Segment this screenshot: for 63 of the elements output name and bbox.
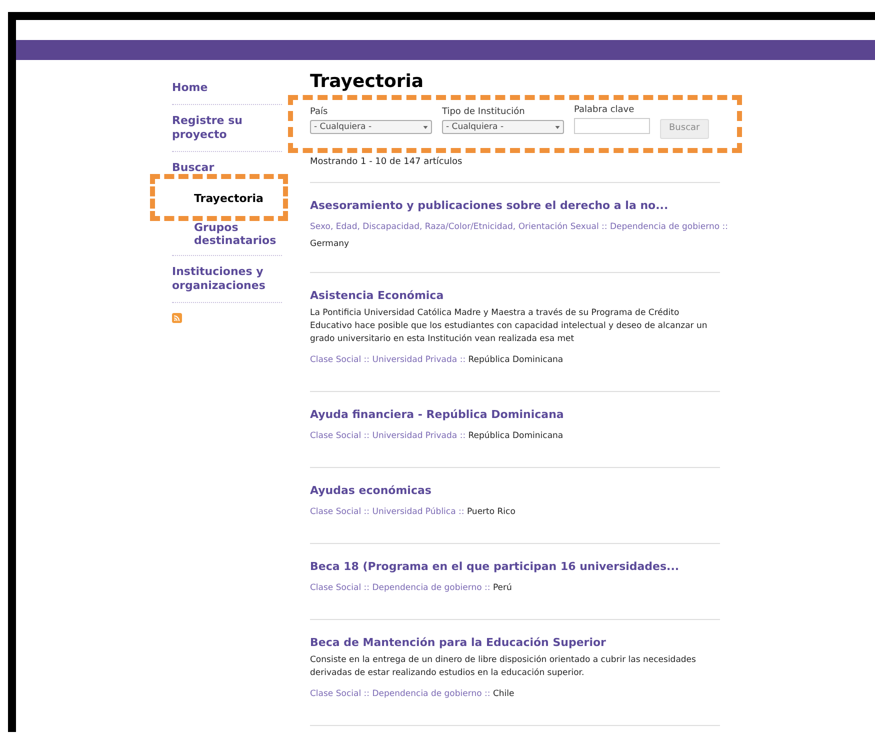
country-text: Chile — [492, 689, 514, 699]
tag-link[interactable]: Universidad Pública — [372, 507, 456, 517]
tag-link[interactable]: Raza/Color/Etnicidad — [424, 222, 513, 232]
caret-icon — [555, 126, 560, 128]
tag-link[interactable]: Clase Social — [310, 431, 362, 441]
results-count: Mostrando 1 - 10 de 147 artículos — [310, 156, 720, 183]
separator: :: — [600, 222, 608, 232]
separator: :: — [362, 689, 371, 699]
article-title[interactable]: Beca 18 (Programa en el que participan 16 universidades... — [310, 560, 720, 574]
separator: :: — [362, 507, 371, 517]
tag-link[interactable]: Dependencia de gobierno — [610, 222, 720, 232]
tag-link[interactable]: Universidad Privada — [372, 355, 458, 365]
article-title[interactable]: Ayuda financiera - República Dominicana — [310, 408, 720, 422]
tag-link[interactable]: Sexo — [310, 222, 330, 232]
page-title: Trayectoria — [310, 72, 425, 92]
sidebar-item[interactable]: Home — [172, 72, 282, 104]
tag-link[interactable]: Discapacidad — [362, 222, 420, 232]
country-text: Germany — [310, 238, 350, 250]
tag-link[interactable]: Clase Social — [310, 583, 362, 593]
sidebar-subitem[interactable]: Trayectoria — [172, 184, 282, 213]
separator: :: — [484, 583, 492, 593]
field-label: País — [310, 106, 329, 118]
article-title[interactable]: Ayudas económicas — [310, 484, 720, 498]
country-text: Perú — [492, 583, 512, 593]
select-field[interactable]: - Cualquiera - — [310, 120, 432, 134]
article-description: La Pontificia Universidad Católica Madre y Maestra a través de su Programa de Crédito Educativo hace posible que los estudiantes con capacidad intelectual y deseo de alcanzar un grado universitario en esta Institución vean realizada esa met — [310, 307, 708, 346]
tag-link[interactable]: Clase Social — [310, 507, 362, 517]
tag-link[interactable]: Dependencia de gobierno — [372, 689, 482, 699]
keyword-field[interactable] — [574, 118, 650, 134]
separator: , — [357, 222, 361, 232]
separator: , — [330, 222, 334, 232]
separator: :: — [484, 689, 492, 699]
separator: :: — [458, 431, 467, 441]
country-text: República Dominicana — [468, 355, 564, 365]
tag-link[interactable]: Dependencia de gobierno — [372, 583, 482, 593]
select-field[interactable]: - Cualquiera - — [442, 120, 564, 134]
article-title[interactable]: Asistencia Económica — [310, 289, 720, 303]
tag-link[interactable]: Edad — [336, 222, 358, 232]
separator: :: — [721, 222, 728, 232]
tag-link[interactable]: Clase Social — [310, 355, 362, 365]
country-text: Puerto Rico — [466, 507, 516, 517]
rss-icon[interactable] — [172, 313, 182, 323]
tag-link[interactable]: Clase Social — [310, 689, 362, 699]
sidebar-item[interactable]: Registre su proyecto — [172, 105, 282, 151]
separator: , — [420, 222, 424, 232]
country-text: República Dominicana — [468, 431, 564, 441]
separator: :: — [362, 355, 371, 365]
separator: :: — [362, 431, 371, 441]
article-description: Consiste en la entrega de un dinero de libre disposición orientado a cubrir las necesidades derivadas de estar realizando estudios en la educación superior. — [310, 654, 697, 680]
field-label: Palabra clave — [574, 104, 636, 116]
tag-link[interactable]: Universidad Privada — [372, 431, 458, 441]
caret-icon — [423, 126, 428, 128]
separator: :: — [458, 355, 467, 365]
article-title[interactable]: Beca de Mantención para la Educación Superior — [310, 636, 720, 650]
field-label: Tipo de Institución — [442, 106, 526, 118]
separator: :: — [458, 507, 466, 517]
sidebar-item[interactable]: Instituciones y organizaciones — [172, 256, 282, 302]
sidebar-subitem[interactable]: Grupos destinatarios — [172, 213, 282, 255]
sidebar-item[interactable]: Buscar — [172, 152, 282, 184]
separator: , — [512, 222, 517, 232]
tag-link[interactable]: Orientación Sexual — [518, 222, 599, 232]
article-title[interactable]: Asesoramiento y publicaciones sobre el derecho a la no... — [310, 199, 720, 213]
separator: :: — [362, 583, 371, 593]
